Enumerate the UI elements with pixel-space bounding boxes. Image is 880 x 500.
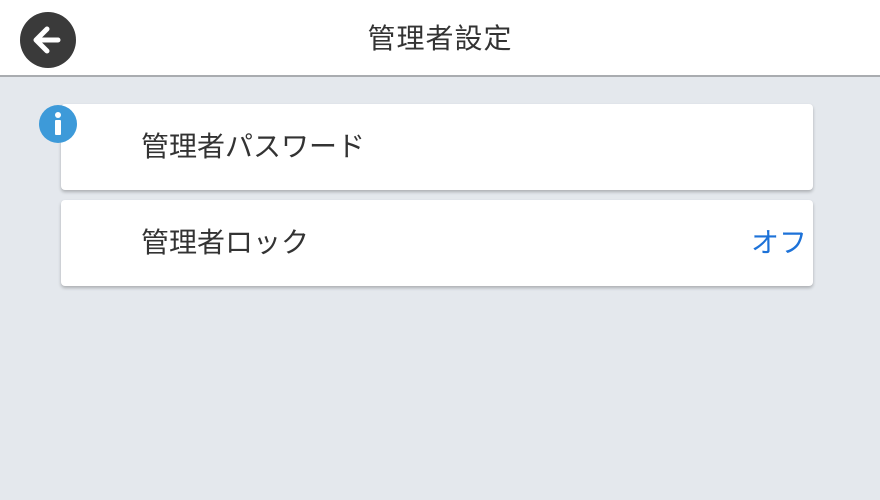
settings-menu-list: 管理者パスワード 管理者ロック オフ — [61, 104, 813, 296]
menu-item-admin-password[interactable]: 管理者パスワード — [61, 104, 813, 190]
arrow-left-icon — [33, 26, 61, 54]
menu-item-admin-lock[interactable]: 管理者ロック オフ — [61, 200, 813, 286]
page-title: 管理者設定 — [367, 22, 513, 55]
menu-item-label: 管理者ロック — [141, 226, 310, 259]
info-icon[interactable] — [38, 104, 78, 144]
header-bar: 管理者設定 — [0, 0, 880, 77]
admin-lock-status-value: オフ — [750, 226, 807, 259]
back-button[interactable] — [20, 12, 76, 68]
menu-item-label: 管理者パスワード — [141, 130, 366, 163]
